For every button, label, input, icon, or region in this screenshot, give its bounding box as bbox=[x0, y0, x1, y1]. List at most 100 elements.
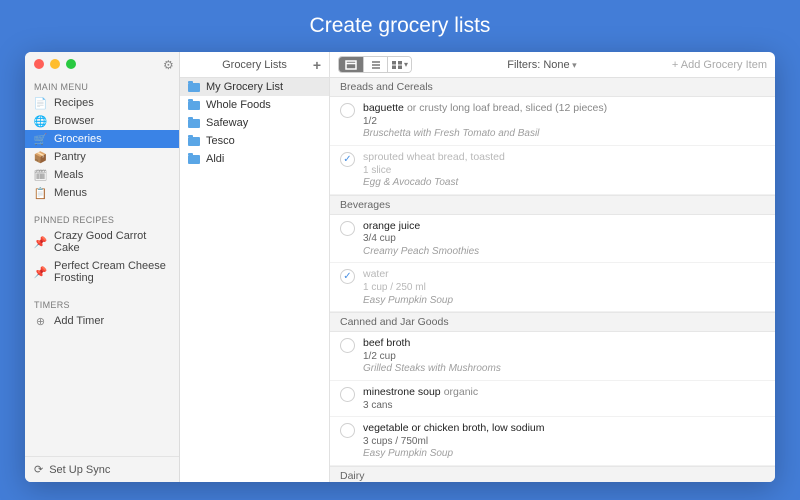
list-row-label: Safeway bbox=[206, 117, 248, 129]
frosting-icon: 📌 bbox=[34, 266, 47, 278]
sidebar-item-meals[interactable]: 🗓 Meals bbox=[25, 166, 179, 184]
list-row[interactable]: Safeway bbox=[180, 114, 329, 132]
sidebar-item-add-timer[interactable]: ⊕ Add Timer bbox=[25, 312, 179, 330]
grocery-checkbox[interactable] bbox=[340, 387, 355, 402]
view-mode-segmented: ▾ bbox=[338, 56, 412, 73]
grocery-name: baguette bbox=[363, 102, 404, 114]
grocery-name: orange juice bbox=[363, 220, 420, 232]
view-mode-list[interactable] bbox=[363, 57, 387, 72]
add-grocery-item-input[interactable]: Add Grocery Item bbox=[672, 59, 767, 71]
sidebar-item-browser[interactable]: 🌐 Browser bbox=[25, 112, 179, 130]
window-controls bbox=[34, 59, 76, 69]
grocery-source-recipe: Egg & Avocado Toast bbox=[363, 177, 765, 190]
sidebar-item-label: Add Timer bbox=[54, 315, 104, 327]
grocery-qty: 3 cups / 750ml bbox=[363, 436, 765, 449]
grocery-checkbox[interactable] bbox=[340, 423, 355, 438]
grocery-row[interactable]: orange juice3/4 cupCreamy Peach Smoothie… bbox=[330, 215, 775, 264]
pantry-icon: 📦 bbox=[34, 151, 47, 163]
sidebar-item-frosting[interactable]: 📌 Perfect Cream Cheese Frosting bbox=[25, 257, 179, 287]
card-icon bbox=[345, 60, 357, 70]
list-row-label: My Grocery List bbox=[206, 81, 283, 93]
sync-icon: ⟳ bbox=[34, 463, 43, 476]
sidebar-item-label: Recipes bbox=[54, 97, 94, 109]
sidebar-item-label: Crazy Good Carrot Cake bbox=[54, 230, 170, 254]
groceries-icon: 🛒 bbox=[34, 133, 47, 145]
folder-icon bbox=[188, 137, 200, 146]
meals-icon: 🗓 bbox=[34, 169, 47, 181]
filters-dropdown[interactable]: Filters: None bbox=[422, 59, 662, 71]
grocery-source-recipe: Easy Pumpkin Soup bbox=[363, 448, 765, 461]
main-panel: ▾ Filters: None Add Grocery Item Breads … bbox=[330, 52, 775, 482]
page-title: Create grocery lists bbox=[310, 14, 491, 38]
grocery-qty: 1/2 cup bbox=[363, 351, 765, 364]
sidebar-section-label: PINNED RECIPES bbox=[25, 211, 179, 227]
grocery-row[interactable]: ✓sprouted wheat bread, toasted1 sliceEgg… bbox=[330, 146, 775, 195]
sidebar-item-label: Meals bbox=[54, 169, 83, 181]
grocery-row[interactable]: ✓ water 1 cup / 250 mlEasy Pumpkin Soup bbox=[330, 263, 775, 312]
category-header: Canned and Jar Goods bbox=[330, 312, 775, 332]
grocery-note: organic bbox=[444, 386, 478, 398]
sidebar-item-label: Groceries bbox=[54, 133, 102, 145]
folder-icon bbox=[188, 155, 200, 164]
category-header: Dairy bbox=[330, 466, 775, 482]
set-up-sync-button[interactable]: ⟳ Set Up Sync bbox=[25, 456, 179, 482]
sidebar-section-label: TIMERS bbox=[25, 296, 179, 312]
zoom-window[interactable] bbox=[66, 59, 76, 69]
sidebar-item-recipes[interactable]: 📄Recipes bbox=[25, 94, 179, 112]
minimize-window[interactable] bbox=[50, 59, 60, 69]
list-row[interactable]: Whole Foods bbox=[180, 96, 329, 114]
list-row[interactable]: My Grocery List bbox=[180, 78, 329, 96]
list-row[interactable]: Tesco bbox=[180, 132, 329, 150]
gear-icon[interactable]: ⚙ bbox=[163, 58, 174, 72]
grocery-checkbox[interactable] bbox=[340, 338, 355, 353]
sidebar-item-pantry[interactable]: 📦Pantry bbox=[25, 148, 179, 166]
add-timer-icon: ⊕ bbox=[34, 315, 47, 327]
sidebar-item-label: Perfect Cream Cheese Frosting bbox=[54, 260, 170, 284]
menus-icon: 📋 bbox=[34, 187, 47, 199]
grocery-name: beef broth bbox=[363, 337, 410, 349]
grocery-source-recipe: Bruschetta with Fresh Tomato and Basil bbox=[363, 128, 765, 141]
grocery-checkbox[interactable]: ✓ bbox=[340, 152, 355, 167]
grocery-name: vegetable or chicken broth, low sodium bbox=[363, 422, 545, 434]
grocery-name: minestrone soup bbox=[363, 386, 441, 398]
add-list-button[interactable]: + bbox=[313, 57, 321, 73]
folder-icon bbox=[188, 83, 200, 92]
view-mode-grid[interactable]: ▾ bbox=[387, 57, 411, 72]
sidebar-item-carrot-cake[interactable]: 📌Crazy Good Carrot Cake bbox=[25, 227, 179, 257]
grocery-lists-panel: Grocery Lists + My Grocery List Whole Foo… bbox=[180, 52, 330, 482]
grocery-checkbox[interactable] bbox=[340, 103, 355, 118]
sidebar-item-label: Menus bbox=[54, 187, 87, 199]
grocery-qty: 3 cans bbox=[363, 400, 765, 413]
list-icon bbox=[370, 60, 382, 70]
grocery-qty: 1/2 bbox=[363, 116, 765, 129]
grocery-source-recipe: Easy Pumpkin Soup bbox=[363, 295, 765, 308]
grocery-checkbox[interactable]: ✓ bbox=[340, 269, 355, 284]
list-row-label: Tesco bbox=[206, 135, 235, 147]
browser-icon: 🌐 bbox=[34, 115, 47, 127]
sync-label: Set Up Sync bbox=[49, 464, 110, 476]
view-mode-card[interactable] bbox=[339, 57, 363, 72]
grocery-name: water bbox=[363, 268, 389, 280]
grocery-content[interactable]: Breads and Cerealsbaguette or crusty lon… bbox=[330, 78, 775, 482]
lists-header: Grocery Lists + bbox=[180, 52, 329, 78]
grocery-source-recipe: Grilled Steaks with Mushrooms bbox=[363, 363, 765, 376]
close-window[interactable] bbox=[34, 59, 44, 69]
sidebar-item-menus[interactable]: 📋 Menus bbox=[25, 184, 179, 202]
grocery-row[interactable]: baguette or crusty long loaf bread, slic… bbox=[330, 97, 775, 146]
grocery-row[interactable]: beef broth 1/2 cupGrilled Steaks with Mus… bbox=[330, 332, 775, 381]
grocery-row[interactable]: minestrone soup organic 3 cans bbox=[330, 381, 775, 417]
sidebar-item-label: Browser bbox=[54, 115, 94, 127]
folder-icon bbox=[188, 101, 200, 110]
sidebar-section-label: MAIN MENU bbox=[25, 78, 179, 94]
grocery-row[interactable]: vegetable or chicken broth, low sodium 3 … bbox=[330, 417, 775, 466]
grocery-checkbox[interactable] bbox=[340, 221, 355, 236]
toolbar: ▾ Filters: None Add Grocery Item bbox=[330, 52, 775, 78]
folder-icon bbox=[188, 119, 200, 128]
list-row[interactable]: Aldi bbox=[180, 150, 329, 168]
sidebar-item-groceries[interactable]: 🛒 Groceries bbox=[25, 130, 179, 148]
grid-icon bbox=[391, 60, 403, 70]
grocery-qty: 1 cup / 250 ml bbox=[363, 282, 765, 295]
grocery-note: or crusty long loaf bread, sliced (12 pi… bbox=[407, 102, 607, 114]
grocery-name: sprouted wheat bread, toasted bbox=[363, 151, 505, 163]
sidebar: MAIN MENU📄Recipes 🌐 Browser 🛒 Groceries 📦Pant… bbox=[25, 52, 180, 482]
